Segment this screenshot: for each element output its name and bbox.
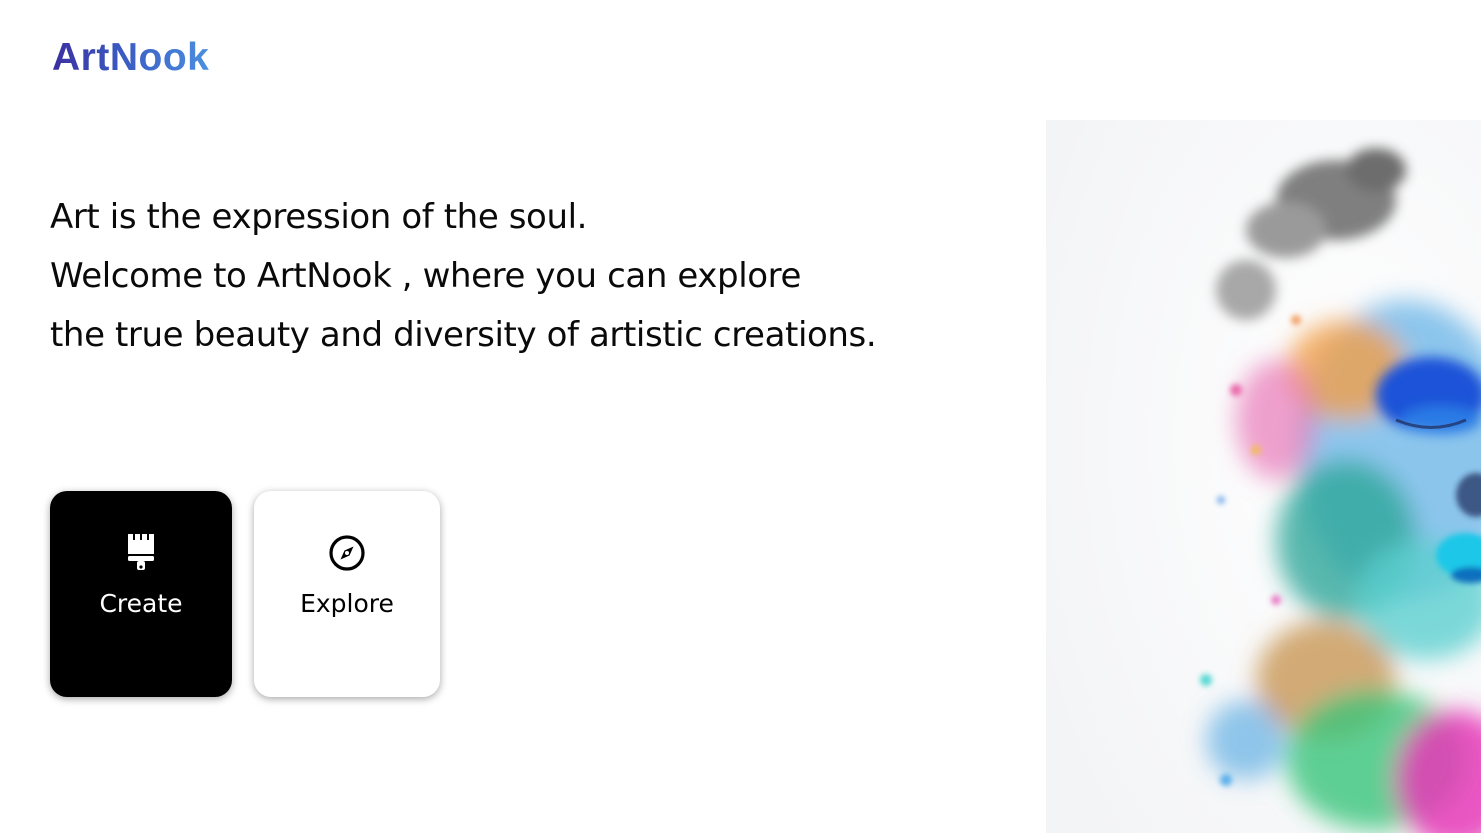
hero-artwork bbox=[1046, 120, 1481, 833]
explore-label: Explore bbox=[300, 589, 394, 618]
create-label: Create bbox=[99, 589, 183, 618]
brand-logo[interactable]: ArtNook bbox=[52, 36, 209, 80]
compass-icon bbox=[327, 533, 367, 573]
create-button[interactable]: Create bbox=[50, 491, 232, 697]
explore-button[interactable]: Explore bbox=[254, 491, 440, 697]
hero-line-1: Art is the expression of the soul. bbox=[50, 197, 588, 237]
hero-line-3: the true beauty and diversity of artisti… bbox=[50, 315, 877, 355]
hero-text: Art is the expression of the soul. Welco… bbox=[50, 188, 1040, 365]
hero-line-2: Welcome to ArtNook , where you can explo… bbox=[50, 256, 802, 296]
paintbrush-icon bbox=[121, 533, 161, 573]
